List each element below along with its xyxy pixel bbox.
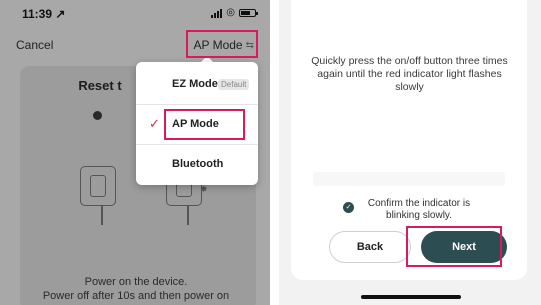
- socket-plugged-icon: [80, 166, 116, 206]
- check-icon: ✓: [149, 116, 160, 131]
- status-bar: 11:39 ↗ ◎: [0, 0, 270, 28]
- left-phone-screen: 11:39 ↗ ◎ Cancel AP Mode ⇆ Reset t ✸ Pow…: [0, 0, 270, 305]
- cord-left: [101, 205, 103, 225]
- confirm-label: Confirm the indicator is blinking slowly…: [367, 198, 471, 221]
- highlight-ap-mode: [164, 109, 245, 140]
- home-indicator: [361, 295, 461, 299]
- battery-icon: [239, 9, 258, 17]
- step-indicator: [93, 111, 102, 120]
- ez-mode-label: EZ Mode: [172, 78, 218, 90]
- dropdown-item-ez-mode[interactable]: EZ Mode Default: [136, 64, 258, 104]
- signal-icon: [211, 8, 223, 18]
- instruction-text: Quickly press the on/off button three ti…: [311, 55, 508, 93]
- default-badge: Default: [218, 78, 250, 90]
- cord-right: [187, 205, 189, 225]
- cancel-button[interactable]: Cancel: [16, 38, 53, 52]
- wifi-icon: ◎: [226, 7, 235, 18]
- back-button[interactable]: Back: [329, 231, 411, 263]
- confirm-checkbox-row[interactable]: ✓ Confirm the indicator is blinking slow…: [343, 198, 483, 224]
- status-icons: ◎: [211, 7, 258, 18]
- spark-icon: ✸: [200, 184, 208, 194]
- placeholder-bar: [313, 172, 505, 186]
- dropdown-item-bluetooth[interactable]: Bluetooth: [136, 144, 258, 184]
- highlight-mode-selector: [186, 30, 258, 58]
- status-time: 11:39 ↗: [22, 7, 66, 21]
- highlight-next-button: [406, 226, 502, 267]
- power-instruction-line1: Power on the device.: [84, 276, 188, 288]
- checked-circle-icon[interactable]: ✓: [343, 202, 354, 213]
- power-instruction-line2: Power off after 10s and then power on: [42, 290, 230, 302]
- bluetooth-label: Bluetooth: [172, 158, 224, 170]
